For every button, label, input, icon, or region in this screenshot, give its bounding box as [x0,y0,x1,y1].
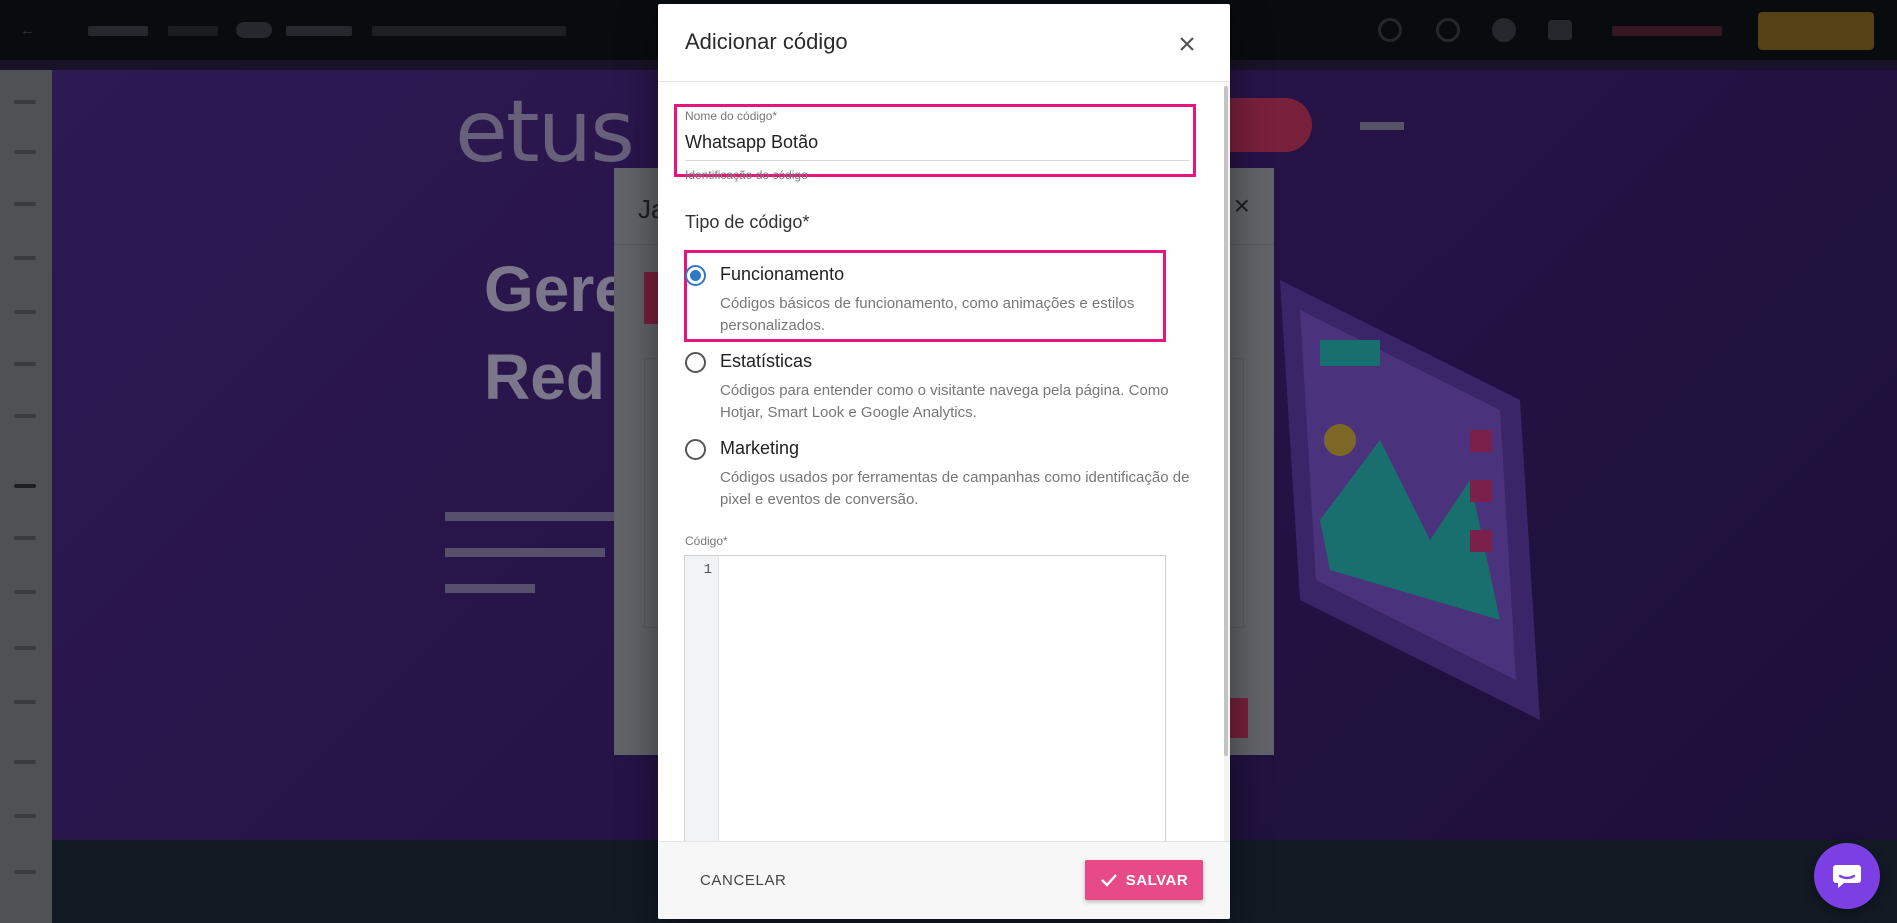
radio-option-estatisticas[interactable]: Estatísticas Códigos para entender como … [685,350,1205,430]
code-editor[interactable]: 1 [684,555,1166,841]
add-code-dialog: Adicionar código Nome do código* Identif… [658,4,1230,919]
dialog-footer: CANCELAR SALVAR [658,841,1230,919]
chat-bubble-icon [1833,865,1861,888]
radio-label: Funcionamento [720,264,845,284]
save-button[interactable]: SALVAR [1085,860,1203,900]
code-name-label: Nome do código* [685,109,778,123]
check-icon [1100,874,1117,887]
radio-label: Estatísticas [720,351,813,371]
line-number: 1 [703,562,712,578]
dialog-title: Adicionar código [685,29,848,54]
close-icon[interactable] [1172,29,1202,59]
radio-button-selected[interactable] [685,265,706,286]
radio-button[interactable] [685,439,706,460]
dialog-body: Nome do código* Identificação do código … [658,82,1224,841]
code-name-helper: Identificação do código [685,168,808,182]
chat-support-button[interactable] [1814,843,1880,909]
code-type-title: Tipo de código* [685,212,810,232]
radio-button[interactable] [685,352,706,373]
save-button-label: SALVAR [1125,871,1189,889]
cancel-button[interactable]: CANCELAR [684,860,803,900]
radio-description: Códigos usados por ferramentas de campan… [720,469,1190,508]
line-number-gutter: 1 [685,556,719,841]
code-name-input[interactable] [685,125,1190,161]
radio-option-marketing[interactable]: Marketing Códigos usados por ferramentas… [685,437,1205,517]
radio-label: Marketing [720,438,800,458]
radio-description: Códigos básicos de funcionamento, como a… [720,295,1135,334]
radio-option-funcionamento[interactable]: Funcionamento Códigos básicos de funcion… [685,263,1205,343]
code-editor-label: Código* [685,534,728,548]
radio-description: Códigos para entender como o visitante n… [720,382,1169,421]
scrollbar-thumb[interactable] [1224,86,1228,756]
dialog-header: Adicionar código [658,4,1230,82]
dialog-scrollbar[interactable] [1224,82,1230,841]
code-name-field: Nome do código* Identificação do código [685,109,1190,182]
